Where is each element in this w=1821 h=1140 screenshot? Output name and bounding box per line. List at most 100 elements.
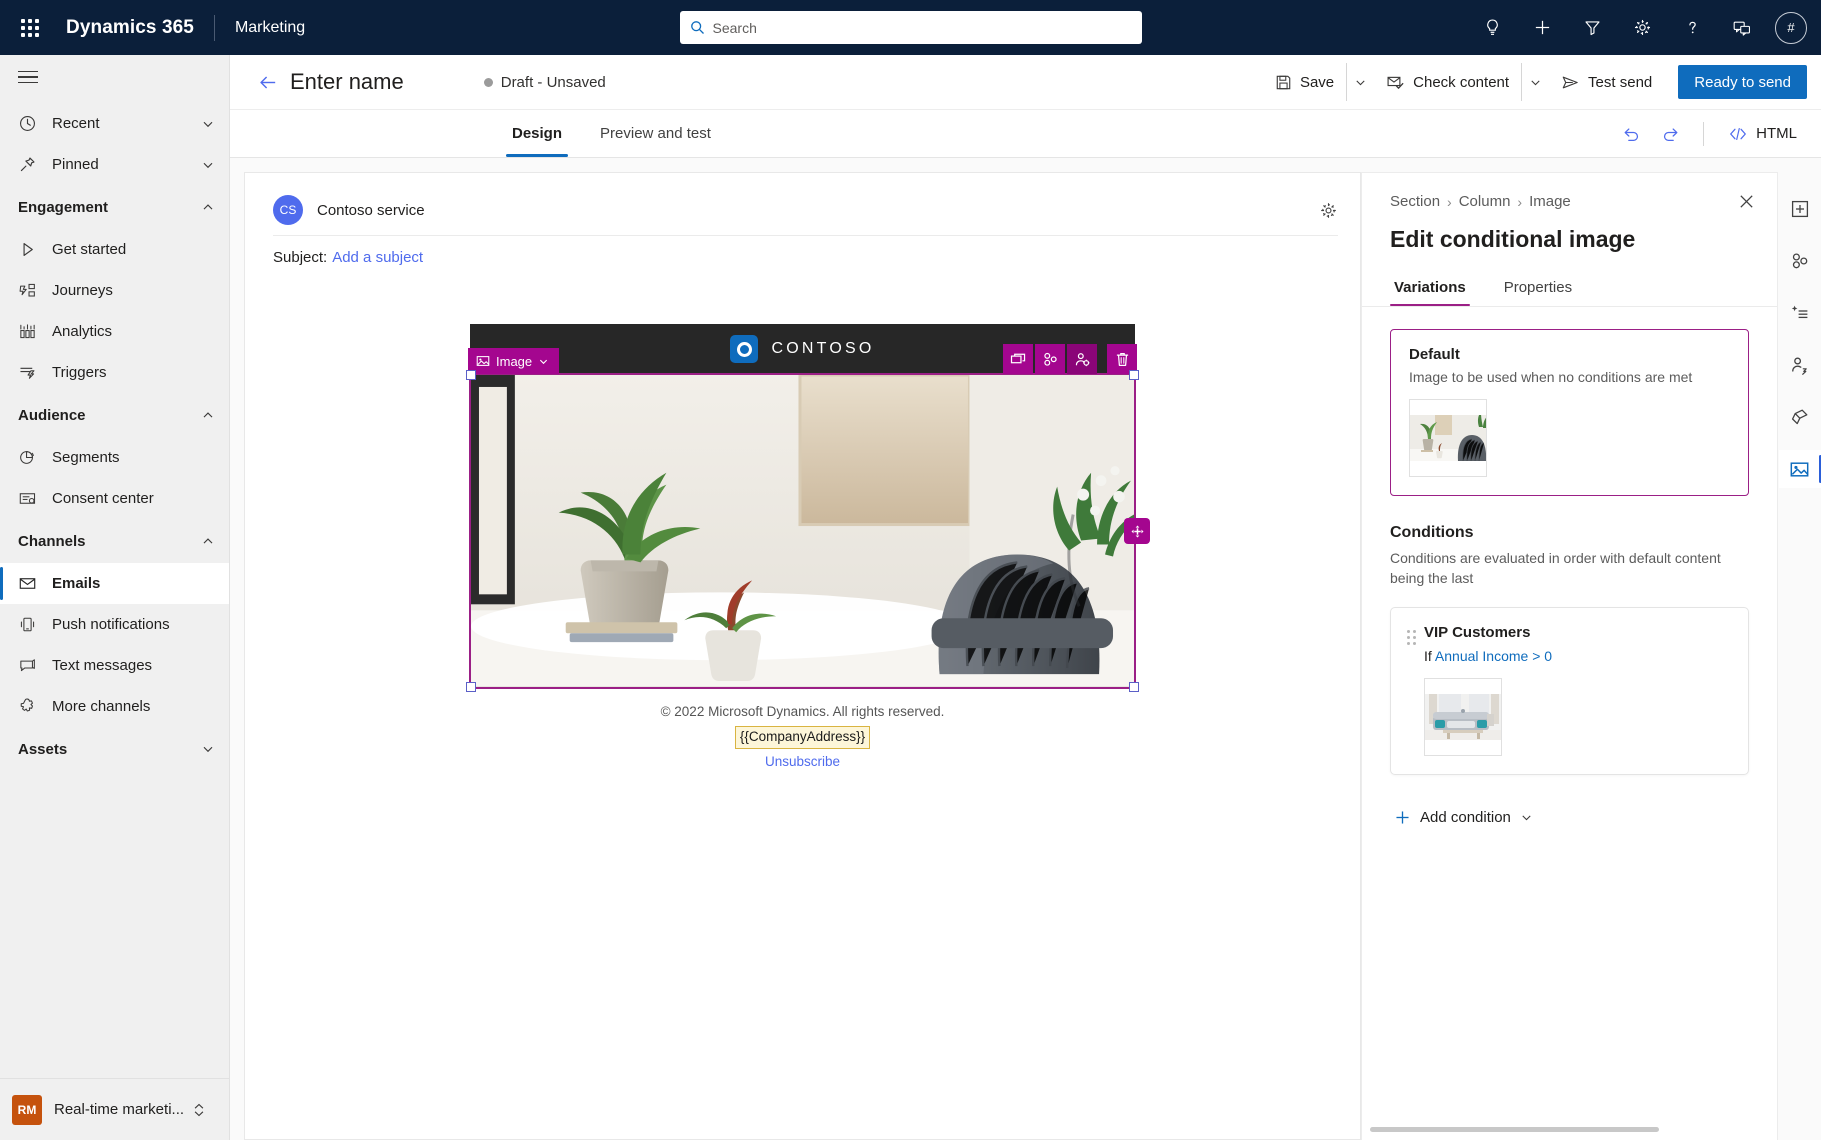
tab-variations[interactable]: Variations: [1390, 279, 1470, 306]
email-hero-image[interactable]: [471, 375, 1134, 687]
drag-handle-icon[interactable]: [1407, 629, 1416, 645]
toolbar-divider: [1703, 121, 1705, 146]
resize-handle-top-left[interactable]: [466, 370, 476, 380]
sidebar-item-recent[interactable]: Recent: [0, 103, 229, 144]
sender-name[interactable]: Contoso service: [317, 202, 425, 219]
sidebar-group-assets[interactable]: Assets: [0, 727, 229, 771]
default-image-thumbnail[interactable]: [1409, 399, 1487, 477]
conditional-content-button[interactable]: [1779, 346, 1821, 384]
company-address-token[interactable]: {{CompanyAddress}}: [734, 725, 871, 749]
panel-tabs: Variations Properties: [1362, 279, 1777, 306]
tab-design[interactable]: Design: [506, 110, 569, 157]
sidebar-item-text-messages[interactable]: Text messages: [0, 645, 229, 686]
lightbulb-button[interactable]: [1469, 4, 1515, 52]
resize-handle-bottom-left[interactable]: [466, 682, 476, 692]
app-launcher-button[interactable]: [6, 4, 54, 52]
close-panel-button[interactable]: [1738, 193, 1755, 210]
sidebar-group-channels[interactable]: Channels: [0, 519, 229, 563]
sidebar-group-audience[interactable]: Audience: [0, 393, 229, 437]
area-switcher[interactable]: RM Real-time marketi...: [0, 1078, 229, 1140]
test-send-button[interactable]: Test send: [1551, 63, 1662, 101]
lightbulb-icon: [1486, 19, 1498, 35]
vip-image-thumbnail[interactable]: [1424, 677, 1502, 756]
default-variation-title: Default: [1409, 346, 1460, 363]
image-button[interactable]: [1778, 450, 1821, 488]
user-avatar[interactable]: #: [1775, 11, 1807, 44]
check-content-button[interactable]: Check content: [1376, 63, 1519, 101]
sidebar-item-analytics[interactable]: Analytics: [0, 311, 229, 352]
save-button[interactable]: Save: [1265, 63, 1344, 101]
quick-create-button[interactable]: [1519, 4, 1565, 52]
breadcrumb-item-section[interactable]: Section: [1390, 193, 1440, 210]
condition-card-vip-customers[interactable]: VIP Customers If Annual Income > 0: [1390, 606, 1749, 775]
ready-to-send-button[interactable]: Ready to send: [1678, 65, 1807, 99]
duplicate-icon[interactable]: [1003, 344, 1033, 374]
html-view-button[interactable]: HTML: [1718, 116, 1807, 152]
arrow-left-icon: [259, 75, 275, 89]
resize-handle-top-right[interactable]: [1129, 370, 1139, 380]
message-settings-button[interactable]: [1319, 201, 1338, 220]
add-element-button[interactable]: [1779, 190, 1821, 228]
styles-button[interactable]: [1779, 398, 1821, 436]
personalization-icon[interactable]: [1035, 344, 1065, 374]
settings-button[interactable]: [1619, 4, 1665, 52]
add-condition-button[interactable]: Add condition: [1390, 803, 1537, 832]
search-input[interactable]: [712, 19, 1132, 36]
sidebar-item-pinned[interactable]: Pinned: [0, 144, 229, 185]
test-send-label: Test send: [1588, 73, 1653, 91]
sidebar-item-get-started[interactable]: Get started: [0, 229, 229, 270]
help-button[interactable]: [1669, 4, 1715, 52]
filter-button[interactable]: [1569, 4, 1615, 52]
app-name-label[interactable]: Marketing: [235, 19, 305, 37]
subject-row: Subject: Add a subject: [273, 236, 1338, 278]
global-search[interactable]: [679, 11, 1142, 44]
tab-preview-and-test[interactable]: Preview and test: [594, 110, 717, 157]
image-element-block[interactable]: Image: [466, 344, 1150, 692]
sidebar-item-consent-center[interactable]: Consent center: [0, 478, 229, 519]
panel-horizontal-scrollbar[interactable]: [1362, 1127, 1763, 1132]
mail-icon: [18, 574, 46, 593]
tab-properties[interactable]: Properties: [1500, 279, 1576, 306]
filter-icon: [1584, 21, 1600, 36]
sidebar-item-more-channels[interactable]: More channels: [0, 686, 229, 727]
sidebar-group-engagement[interactable]: Engagement: [0, 185, 229, 229]
sidebar-item-label: Triggers: [52, 364, 107, 381]
move-element-handle[interactable]: [1124, 518, 1150, 544]
image-selection-frame[interactable]: [466, 370, 1150, 692]
condition-title: VIP Customers: [1424, 623, 1531, 641]
add-subject-link[interactable]: Add a subject: [332, 249, 423, 266]
undo-button[interactable]: [1613, 116, 1649, 152]
sidebar-item-push-notifications[interactable]: Push notifications: [0, 604, 229, 645]
image-icon: [1790, 461, 1809, 477]
conditional-content-icon[interactable]: [1067, 344, 1097, 374]
content-ideas-button[interactable]: [1779, 294, 1821, 332]
sidebar-toggle-button[interactable]: [0, 55, 229, 99]
breadcrumb-item-column[interactable]: Column: [1459, 193, 1511, 210]
sidebar-item-emails[interactable]: Emails: [0, 563, 229, 604]
element-type-tag[interactable]: Image: [468, 348, 560, 374]
save-options-button[interactable]: [1346, 63, 1374, 101]
sidebar-item-triggers[interactable]: Triggers: [0, 352, 229, 393]
redo-button[interactable]: [1653, 116, 1689, 152]
back-button[interactable]: [252, 66, 284, 98]
record-title[interactable]: Enter name: [290, 69, 404, 95]
unsubscribe-link[interactable]: Unsubscribe: [765, 754, 840, 769]
canvas-area: CS Contoso service Subject: Add a subjec…: [230, 158, 1821, 1140]
email-designer: CS Contoso service Subject: Add a subjec…: [244, 172, 1361, 1140]
feedback-button[interactable]: [1719, 4, 1765, 52]
breadcrumb-item-image[interactable]: Image: [1529, 193, 1571, 210]
condition-expression[interactable]: Annual Income > 0: [1435, 648, 1552, 664]
sidebar-item-label: Get started: [52, 241, 127, 258]
sidebar-item-segments[interactable]: Segments: [0, 437, 229, 478]
check-content-options-button[interactable]: [1521, 63, 1549, 101]
nav-divider: [213, 14, 215, 41]
personalization-button[interactable]: [1779, 242, 1821, 280]
sidebar-item-journeys[interactable]: Journeys: [0, 270, 229, 311]
resize-handle-bottom-right[interactable]: [1129, 682, 1139, 692]
default-variation-card[interactable]: Default Image to be used when no conditi…: [1390, 329, 1749, 496]
status-badge: Draft - Unsaved: [483, 74, 606, 91]
brand-title[interactable]: Dynamics 365: [66, 17, 194, 39]
sms-icon: [18, 656, 46, 675]
move-icon: [1131, 525, 1143, 537]
status-dot-icon: [483, 77, 493, 87]
